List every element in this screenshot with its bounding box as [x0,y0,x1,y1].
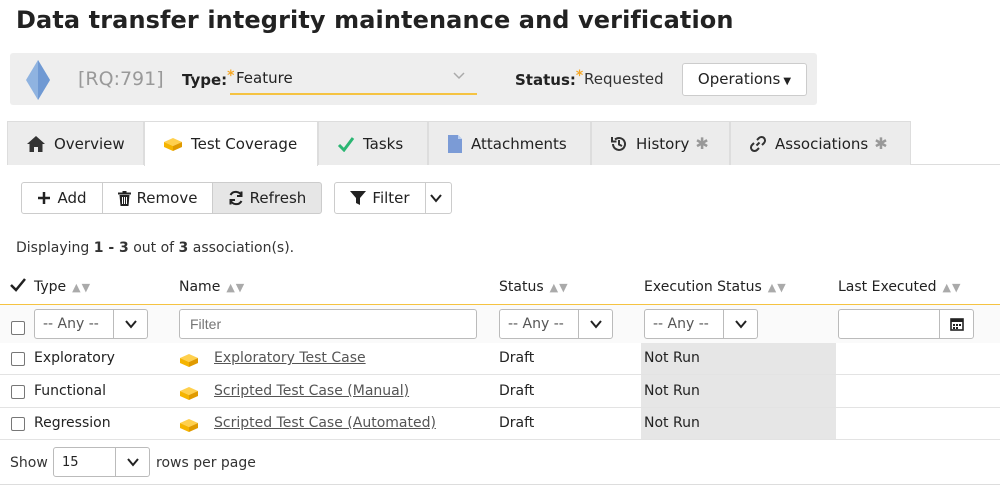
type-label: Type:* [182,68,235,89]
row-execution-status: Not Run [644,350,700,366]
pagination-footer: Show [10,455,48,471]
requirement-id: [RQ:791] [78,68,164,90]
column-header-name[interactable]: Name ▲▼ [179,279,245,295]
associations-count-icon: ✱ [874,134,888,153]
row-checkbox[interactable] [11,417,25,431]
row-status: Draft [499,383,535,399]
history-count-icon: ✱ [695,134,709,153]
tab-bar: Overview Test Coverage Tasks Attachments… [7,121,1000,166]
select-all-check-icon[interactable] [10,278,26,292]
table-row: Regression Scripted Test Case (Automated… [0,408,1000,440]
page-title: Data transfer integrity maintenance and … [16,6,734,34]
test-case-icon [180,354,198,367]
document-icon [448,134,462,153]
test-case-link[interactable]: Exploratory Test Case [214,350,366,366]
column-header-execution-status[interactable]: Execution Status ▲▼ [644,279,787,295]
row-status: Draft [499,350,535,366]
test-case-icon [180,387,198,400]
tab-overview[interactable]: Overview [7,121,144,165]
rows-per-page-label: rows per page [156,455,256,471]
link-icon [749,135,767,152]
test-case-icon [180,419,198,432]
table-row: Exploratory Exploratory Test Case Draft … [0,343,1000,375]
trash-icon [117,190,131,206]
chevron-down-icon [734,320,747,329]
plus-icon [38,192,51,204]
refresh-icon [229,190,243,206]
tab-history[interactable]: History ✱ [591,121,730,165]
refresh-button[interactable]: Refresh [212,182,322,214]
row-type: Regression [34,415,111,431]
row-type: Exploratory [34,350,115,366]
test-case-icon [164,138,182,151]
last-executed-filter-date[interactable] [838,309,974,339]
sort-icon[interactable]: ▲▼ [768,281,787,294]
tab-attachments[interactable]: Attachments [428,121,591,165]
row-checkbox[interactable] [11,352,25,366]
chevron-down-icon [126,458,139,467]
type-filter-select[interactable]: -- Any -- [34,309,148,339]
row-execution-status: Not Run [644,415,700,431]
chevron-down-icon [451,68,467,88]
row-status: Draft [499,415,535,431]
status-value: Requested [584,70,664,88]
status-filter-select[interactable]: -- Any -- [499,309,613,339]
tab-test-coverage[interactable]: Test Coverage [144,121,318,166]
filter-icon [350,191,367,205]
filter-checkbox[interactable] [11,321,25,335]
name-filter-input[interactable] [179,309,477,339]
chevron-down-icon [124,320,137,329]
operations-button[interactable]: Operations ▼ [682,63,807,96]
sort-icon[interactable]: ▲▼ [943,281,962,294]
remove-button[interactable]: Remove [102,182,213,214]
chevron-down-icon [589,320,602,329]
check-icon [337,136,355,152]
column-header-status[interactable]: Status ▲▼ [499,279,569,295]
tab-associations[interactable]: Associations ✱ [730,121,911,165]
row-checkbox[interactable] [11,385,25,399]
rows-per-page-select[interactable]: 15 [53,447,150,477]
display-summary: Displaying 1 - 3 out of 3 association(s)… [16,240,295,256]
footer-divider [0,484,1000,485]
row-execution-status: Not Run [644,383,700,399]
sort-icon[interactable]: ▲▼ [550,281,569,294]
status-label: Status:* [515,68,584,89]
test-case-link[interactable]: Scripted Test Case (Automated) [214,415,436,431]
type-value: Feature [236,69,293,87]
history-icon [611,136,626,151]
calendar-icon[interactable] [949,317,964,331]
row-type: Functional [34,383,107,399]
requirement-diamond-icon [26,60,50,100]
filter-button[interactable]: Filter [334,182,426,214]
execution-status-filter-select[interactable]: -- Any -- [644,309,758,339]
add-button[interactable]: Add [21,182,103,214]
type-dropdown[interactable]: Feature [230,64,477,95]
home-icon [27,135,45,152]
table-row: Functional Scripted Test Case (Manual) D… [0,376,1000,408]
filter-dropdown-button[interactable] [425,182,452,214]
column-header-type[interactable]: Type ▲▼ [34,279,91,295]
column-header-last-executed[interactable]: Last Executed ▲▼ [838,279,961,295]
sort-icon[interactable]: ▲▼ [72,281,91,294]
tab-tasks[interactable]: Tasks [318,121,428,165]
test-case-link[interactable]: Scripted Test Case (Manual) [214,383,409,399]
sort-icon[interactable]: ▲▼ [226,281,245,294]
chevron-down-icon [429,194,442,203]
